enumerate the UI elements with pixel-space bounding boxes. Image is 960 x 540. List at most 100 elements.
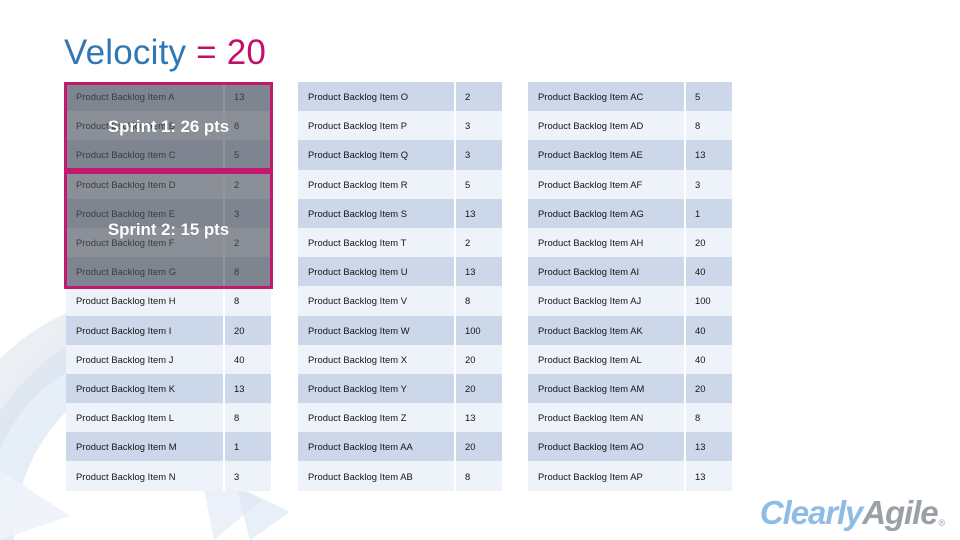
backlog-item-points: 13 — [684, 461, 732, 491]
backlog-item-points: 8 — [223, 403, 271, 433]
backlog-item-name: Product Backlog Item AJ — [538, 295, 642, 307]
backlog-item-name: Product Backlog Item U — [308, 266, 408, 278]
backlog-item-name: Product Backlog Item Y — [308, 382, 407, 394]
sprint-2-overlay[interactable]: Sprint 2: 15 pts — [64, 171, 273, 289]
backlog-item-name: Product Backlog Item AN — [538, 412, 644, 424]
backlog-item-name: Product Backlog Item R — [308, 178, 408, 190]
backlog-item-points: 100 — [454, 315, 502, 345]
table-row[interactable]: Product Backlog Item T 2 — [298, 227, 502, 258]
table-row[interactable]: Product Backlog Item AF 3 — [528, 169, 732, 199]
table-row[interactable]: Product Backlog Item AI 40 — [528, 257, 732, 287]
table-row[interactable]: Product Backlog Item AK 40 — [528, 315, 732, 345]
backlog-item-name: Product Backlog Item Z — [308, 412, 407, 424]
backlog-item-points: 13 — [684, 140, 732, 170]
table-row[interactable]: Product Backlog Item W 100 — [298, 315, 502, 345]
backlog-item-points: 40 — [684, 344, 732, 374]
backlog-item-points: 5 — [454, 169, 502, 199]
backlog-item-name: Product Backlog Item K — [76, 382, 176, 394]
backlog-item-name: Product Backlog Item AC — [538, 91, 644, 103]
table-row[interactable]: Product Backlog Item M 1 — [66, 432, 271, 462]
backlog-item-name: Product Backlog Item V — [308, 295, 408, 307]
backlog-item-name: Product Backlog Item AM — [538, 382, 645, 394]
table-row[interactable]: Product Backlog Item K 13 — [66, 373, 271, 404]
backlog-item-name: Product Backlog Item O — [308, 91, 409, 103]
table-row[interactable]: Product Backlog Item AM 20 — [528, 373, 732, 404]
backlog-item-points: 3 — [454, 140, 502, 170]
table-row[interactable]: Product Backlog Item AD 8 — [528, 111, 732, 141]
sprint-1-overlay[interactable]: Sprint 1: 26 pts — [64, 82, 273, 171]
backlog-item-points: 20 — [454, 432, 502, 462]
backlog-item-points: 2 — [454, 82, 502, 112]
table-row[interactable]: Product Backlog Item AA 20 — [298, 432, 502, 462]
backlog-item-points: 1 — [684, 198, 732, 228]
table-row[interactable]: Product Backlog Item AG 1 — [528, 198, 732, 228]
backlog-item-points: 8 — [684, 111, 732, 141]
table-row[interactable]: Product Backlog Item U 13 — [298, 257, 502, 287]
backlog-item-points: 40 — [684, 315, 732, 345]
clearly-agile-logo: Clearly Agile ® — [759, 494, 945, 532]
backlog-item-points: 3 — [223, 461, 271, 491]
backlog-item-name: Product Backlog Item L — [76, 412, 175, 424]
backlog-item-points: 40 — [223, 344, 271, 374]
backlog-item-points: 20 — [684, 227, 732, 258]
backlog-item-points: 8 — [454, 461, 502, 491]
backlog-item-name: Product Backlog Item AD — [538, 120, 644, 132]
table-row[interactable]: Product Backlog Item AJ 100 — [528, 286, 732, 316]
backlog-item-name: Product Backlog Item AG — [538, 207, 644, 219]
table-row[interactable]: Product Backlog Item X 20 — [298, 344, 502, 374]
table-row[interactable]: Product Backlog Item AP 13 — [528, 461, 732, 491]
table-row[interactable]: Product Backlog Item AN 8 — [528, 403, 732, 433]
table-row[interactable]: Product Backlog Item N 3 — [66, 461, 271, 491]
table-row[interactable]: Product Backlog Item L 8 — [66, 403, 271, 433]
backlog-item-points: 13 — [684, 432, 732, 462]
table-row[interactable]: Product Backlog Item R 5 — [298, 169, 502, 199]
table-row[interactable]: Product Backlog Item Q 3 — [298, 140, 502, 170]
table-row[interactable]: Product Backlog Item Y 20 — [298, 373, 502, 404]
backlog-item-points: 13 — [454, 198, 502, 228]
backlog-item-points: 3 — [684, 169, 732, 199]
backlog-item-name: Product Backlog Item S — [308, 207, 408, 219]
table-row[interactable]: Product Backlog Item P 3 — [298, 111, 502, 141]
backlog-item-name: Product Backlog Item X — [308, 353, 408, 365]
table-row[interactable]: Product Backlog Item AE 13 — [528, 140, 732, 170]
backlog-item-name: Product Backlog Item T — [308, 237, 407, 249]
logo-text-clearly: Clearly — [759, 494, 863, 531]
table-row[interactable]: Product Backlog Item S 13 — [298, 198, 502, 228]
backlog-item-name: Product Backlog Item AA — [308, 441, 413, 453]
backlog-item-name: Product Backlog Item P — [308, 120, 408, 132]
backlog-item-name: Product Backlog Item AK — [538, 324, 643, 336]
backlog-item-name: Product Backlog Item AB — [308, 470, 413, 482]
backlog-item-points: 100 — [684, 286, 732, 316]
backlog-item-name: Product Backlog Item J — [76, 353, 174, 365]
backlog-item-name: Product Backlog Item W — [308, 324, 410, 336]
sprint-2-label: Sprint 2: 15 pts — [107, 220, 230, 239]
table-row[interactable]: Product Backlog Item AC 5 — [528, 82, 732, 112]
logo-text-agile: Agile — [862, 494, 938, 531]
backlog-item-points: 20 — [454, 373, 502, 404]
backlog-table-column-3: Product Backlog Item AC 5 Product Backlog … — [528, 82, 732, 491]
backlog-item-name: Product Backlog Item AI — [538, 266, 640, 278]
backlog-table-column-2: Product Backlog Item O 2 Product Backlog I… — [298, 82, 502, 491]
table-row[interactable]: Product Backlog Item I 20 — [66, 315, 271, 345]
table-row[interactable]: Product Backlog Item AL 40 — [528, 344, 732, 374]
backlog-item-points: 5 — [684, 82, 732, 112]
table-row[interactable]: Product Backlog Item V 8 — [298, 286, 502, 316]
backlog-item-name: Product Backlog Item M — [76, 441, 177, 453]
sprint-1-label: Sprint 1: 26 pts — [107, 116, 230, 136]
backlog-item-name: Product Backlog Item N — [76, 470, 176, 482]
backlog-item-points: 8 — [684, 403, 732, 433]
page-title: Velocity = 20 — [64, 33, 266, 73]
table-row[interactable]: Product Backlog Item AH 20 — [528, 227, 732, 258]
table-row[interactable]: Product Backlog Item Z 13 — [298, 403, 502, 433]
backlog-item-name: Product Backlog Item AH — [538, 237, 644, 249]
backlog-item-points: 40 — [684, 257, 732, 287]
table-row[interactable]: Product Backlog Item AO 13 — [528, 432, 732, 462]
registered-trademark-icon: ® — [938, 518, 945, 528]
backlog-item-points: 13 — [223, 373, 271, 404]
table-row[interactable]: Product Backlog Item H 8 — [66, 286, 271, 316]
table-row[interactable]: Product Backlog Item O 2 — [298, 82, 502, 112]
table-row[interactable]: Product Backlog Item AB 8 — [298, 461, 502, 491]
table-row[interactable]: Product Backlog Item J 40 — [66, 344, 271, 374]
backlog-item-name: Product Backlog Item AF — [538, 178, 643, 190]
backlog-item-points: 20 — [454, 344, 502, 374]
